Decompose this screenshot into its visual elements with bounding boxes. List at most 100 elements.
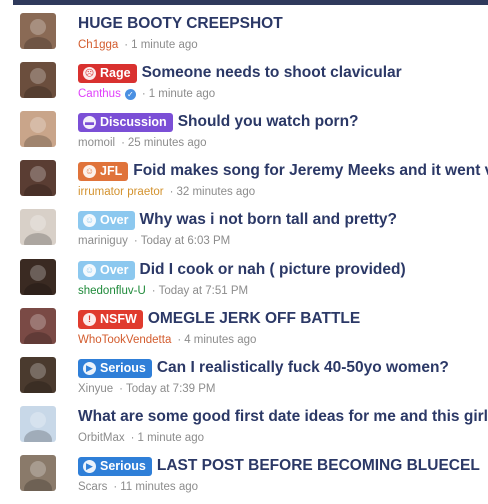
thread-meta: Scars · 11 minutes ago [78,479,198,495]
post-time[interactable]: 1 minute ago [149,88,216,100]
thread-row[interactable]: ☺ JFL Foid makes song for Jeremy Meeks and… [0,160,488,209]
prefix-label: Serious [100,459,146,473]
post-time[interactable]: 1 minute ago [138,432,205,444]
post-time[interactable]: 32 minutes ago [176,186,255,198]
author-link[interactable]: Ch1gga [78,39,118,51]
prefix-badge[interactable]: ▬ Discussion [78,112,173,132]
thread-title-line: ☺ Over Did I cook or nah ( picture provide… [78,259,488,281]
laughing-face-icon: ☺ [83,164,96,178]
avatar[interactable] [20,308,56,344]
prefix-label: Serious [100,361,146,375]
separator-dot: · [169,186,174,198]
separator-dot: · [113,481,118,493]
prefix-badge[interactable]: ☺ JFL [78,161,129,181]
thread-title-link[interactable]: Why was i not born tall and pretty? [140,211,397,229]
thread-title-line: ! NSFW OMEGLE JERK OFF BATTLE [78,308,488,330]
thread-title-link[interactable]: Someone needs to shoot clavicular [142,64,402,82]
avatar[interactable] [20,259,56,295]
post-time[interactable]: 25 minutes ago [128,137,207,149]
prefix-label: Discussion [100,115,167,129]
thread-title-line: ▶ Serious Can I realistically fuck 40-50yo… [78,357,488,379]
author-link[interactable]: shedonfluv-U [78,285,146,297]
author-link[interactable]: Canthus [78,88,121,100]
thread-meta: shedonfluv-U · Today at 7:51 PM [78,283,248,299]
angry-face-icon: ☹ [83,66,96,80]
megaphone-icon: ▶ [83,459,96,473]
post-time[interactable]: 1 minute ago [131,39,198,51]
post-time[interactable]: 4 minutes ago [184,334,256,346]
prefix-label: Over [100,213,129,227]
thread-title-link[interactable]: Did I cook or nah ( picture provided) [140,261,406,279]
thread-meta: momoil · 25 minutes ago [78,135,207,151]
neutral-face-icon: ☺ [83,263,96,277]
thread-row[interactable]: ! NSFW OMEGLE JERK OFF BATTLE WhoTookVendet… [0,308,488,357]
author-link[interactable]: mariniguy [78,235,128,247]
thread-title-link[interactable]: Should you watch porn? [178,113,359,131]
post-time[interactable]: Today at 7:51 PM [159,285,249,297]
avatar[interactable] [20,160,56,196]
prefix-badge[interactable]: ☺ Over [78,260,135,280]
neutral-face-icon: ☺ [83,213,96,227]
thread-row[interactable]: HUGE BOOTY CREEPSHOT Ch1gga · 1 minute ago [0,13,488,62]
avatar[interactable] [20,357,56,393]
thread-title-line: ☺ Over Why was i not born tall and pretty? [78,209,488,231]
separator-dot: · [130,432,135,444]
separator-dot: · [133,235,138,247]
prefix-badge[interactable]: ☺ Over [78,210,135,230]
thread-title-link[interactable]: What are some good first date ideas for … [78,408,488,426]
post-time[interactable]: Today at 7:39 PM [126,383,216,395]
thread-title-line: ☹ Rage Someone needs to shoot clavicular [78,62,488,84]
thread-title-link[interactable]: OMEGLE JERK OFF BATTLE [148,310,360,328]
separator-dot: · [124,39,129,51]
thread-meta: OrbitMax · 1 minute ago [78,430,204,446]
thread-meta: Canthus ✓ · 1 minute ago [78,86,215,102]
prefix-label: Over [100,263,129,277]
chat-bubbles-icon: ▬ [83,115,96,129]
thread-meta: Xinyue · Today at 7:39 PM [78,381,216,397]
prefix-badge[interactable]: ▶ Serious [78,358,152,378]
prefix-label: JFL [100,164,123,178]
prefix-badge[interactable]: ▶ Serious [78,456,152,476]
separator-dot: · [141,88,146,100]
avatar[interactable] [20,209,56,245]
avatar[interactable] [20,406,56,442]
author-link[interactable]: OrbitMax [78,432,125,444]
thread-title-line: HUGE BOOTY CREEPSHOT [78,13,488,35]
thread-row[interactable]: ☺ Over Did I cook or nah ( picture provide… [0,259,488,308]
separator-dot: · [177,334,182,346]
author-link[interactable]: Xinyue [78,383,113,395]
megaphone-icon: ▶ [83,361,96,375]
avatar[interactable] [20,111,56,147]
thread-row[interactable]: ▶ Serious Can I realistically fuck 40-50yo… [0,357,488,406]
author-link[interactable]: irrumator praetor [78,186,164,198]
thread-title-link[interactable]: LAST POST BEFORE BECOMING BLUECEL [157,457,480,475]
prefix-badge[interactable]: ☹ Rage [78,63,137,83]
separator-dot: · [151,285,156,297]
thread-row[interactable]: What are some good first date ideas for … [0,406,488,455]
avatar[interactable] [20,13,56,49]
post-time[interactable]: 11 minutes ago [120,481,198,493]
alert-icon: ! [83,312,96,326]
avatar[interactable] [20,62,56,98]
thread-title-link[interactable]: HUGE BOOTY CREEPSHOT [78,15,283,33]
thread-title-link[interactable]: Can I realistically fuck 40-50yo women? [157,359,449,377]
thread-row[interactable]: ☹ Rage Someone needs to shoot clavicular Ca… [0,62,488,111]
thread-list: HUGE BOOTY CREEPSHOT Ch1gga · 1 minute ago ☹… [0,0,488,493]
post-time[interactable]: Today at 6:03 PM [141,235,231,247]
thread-title-line: What are some good first date ideas for … [78,406,488,428]
author-link[interactable]: WhoTookVendetta [78,334,171,346]
separator-dot: · [121,137,125,149]
prefix-badge[interactable]: ! NSFW [78,309,143,329]
thread-meta: Ch1gga · 1 minute ago [78,37,198,53]
prefix-label: NSFW [100,312,137,326]
author-link[interactable]: momoil [78,137,115,149]
thread-row[interactable]: ▬ Discussion Should you watch porn? momoil ·… [0,111,488,160]
author-link[interactable]: Scars [78,481,107,493]
thread-meta: mariniguy · Today at 6:03 PM [78,233,230,249]
thread-title-link[interactable]: Foid makes song for Jeremy Meeks and it … [133,162,488,180]
prefix-label: Rage [100,66,131,80]
thread-row[interactable]: ☺ Over Why was i not born tall and pretty?… [0,209,488,258]
thread-meta: WhoTookVendetta · 4 minutes ago [78,332,256,348]
thread-row[interactable]: ▶ Serious LAST POST BEFORE BECOMING BLUECE… [0,455,488,504]
verified-check-icon: ✓ [124,88,136,100]
